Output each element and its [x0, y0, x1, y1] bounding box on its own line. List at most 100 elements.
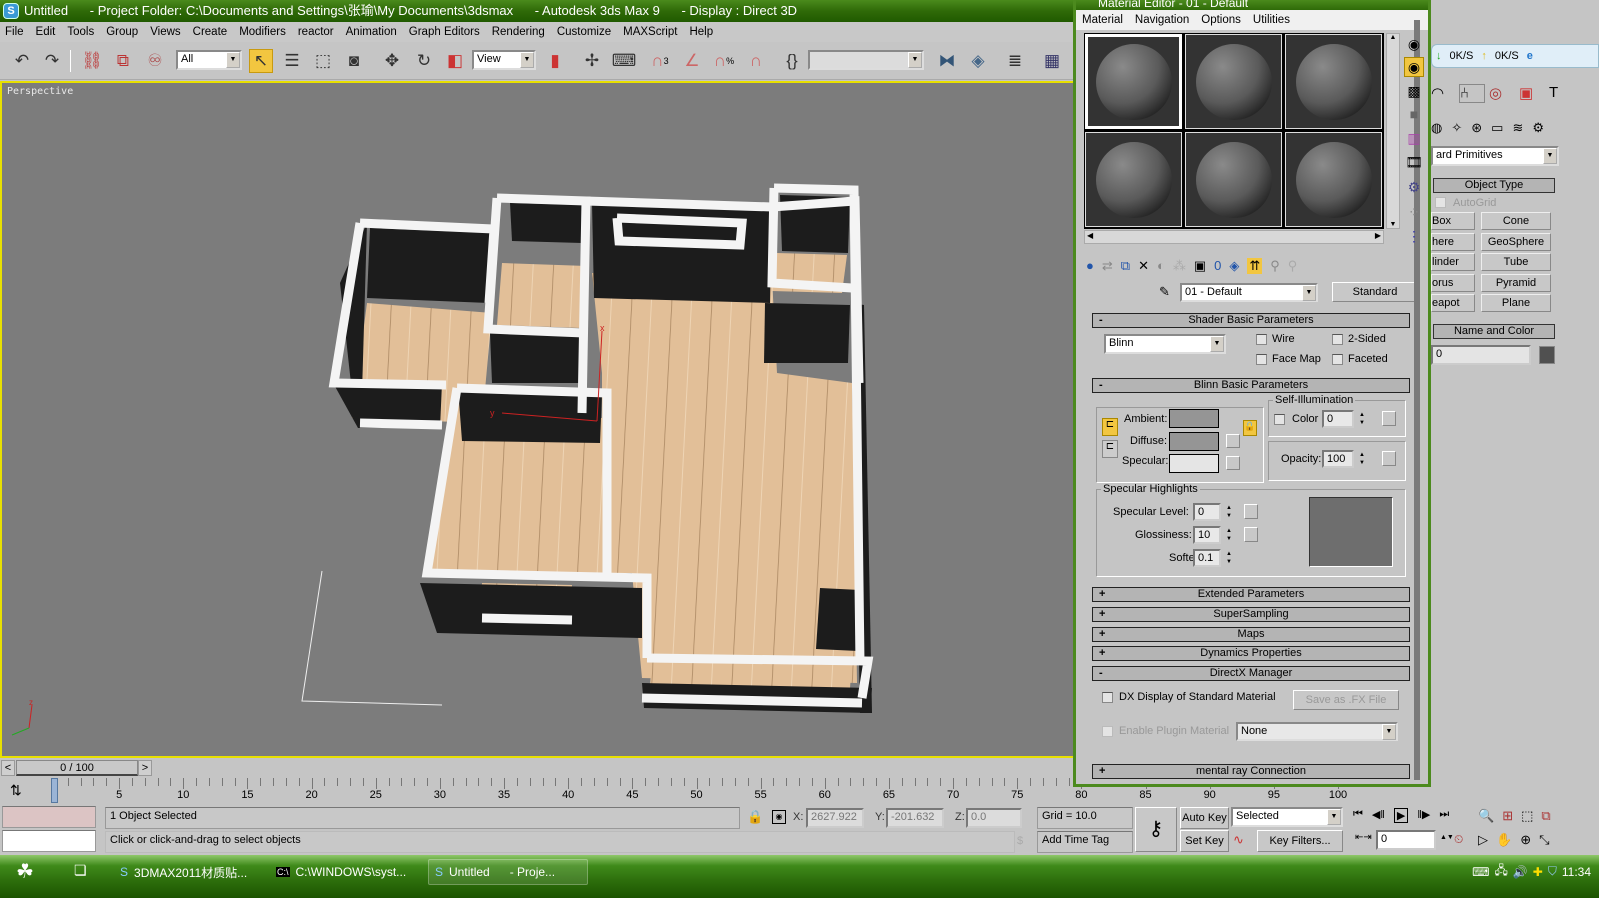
ie-icon[interactable]: e — [1527, 50, 1533, 62]
directx-manager-rollout[interactable]: - DirectX Manager — [1092, 666, 1410, 681]
enable-plugin-checkbox[interactable] — [1102, 726, 1113, 737]
extended-parameters-rollout[interactable]: + Extended Parameters — [1092, 587, 1410, 602]
object-color-swatch[interactable] — [1539, 346, 1555, 364]
soften-field[interactable]: 0.1 — [1193, 549, 1221, 567]
show-map-icon[interactable]: ◈ — [1229, 258, 1239, 274]
options-icon[interactable]: ⚙ — [1404, 177, 1424, 197]
percent-snap-icon[interactable]: ∩% — [712, 49, 736, 73]
shield-icon[interactable]: ⛉ — [1548, 864, 1557, 879]
supersampling-rollout[interactable]: + SuperSampling — [1092, 607, 1410, 622]
absolute-mode-icon[interactable]: ◉ — [772, 810, 786, 824]
current-frame-marker[interactable] — [51, 778, 58, 803]
specular-color-swatch[interactable] — [1169, 454, 1219, 473]
select-and-link-icon[interactable]: ⛓ — [80, 49, 104, 73]
key-icon[interactable]: ⚷ — [1135, 807, 1177, 852]
time-next-button[interactable]: > — [138, 760, 152, 776]
time-config-icon[interactable]: ⏲ — [1454, 832, 1463, 847]
autogrid-checkbox[interactable] — [1435, 197, 1446, 208]
name-and-color-header[interactable]: Name and Color — [1433, 324, 1555, 339]
taskbar-item-active[interactable]: S Untitled - Proje... — [428, 859, 588, 885]
field-of-view-icon[interactable]: ▷ — [1478, 832, 1488, 848]
time-slider-thumb[interactable]: 0 / 100 — [16, 760, 138, 776]
blinn-basic-rollout-header[interactable]: - Blinn Basic Parameters — [1092, 378, 1410, 393]
rectangular-selection-icon[interactable]: ⬚ — [311, 49, 335, 73]
select-and-move-icon[interactable]: ✥ — [380, 49, 404, 73]
mirror-icon[interactable]: ⧓ — [935, 49, 959, 73]
current-frame-field[interactable]: 0 — [1376, 830, 1436, 850]
select-object-icon[interactable]: ↖ — [249, 49, 273, 73]
primitive-button[interactable]: Tube — [1481, 253, 1551, 271]
diffuse-color-swatch[interactable] — [1169, 432, 1219, 451]
show-end-result-icon[interactable]: ⇈ — [1247, 258, 1263, 274]
specular-level-spinner[interactable]: ▲ ▼ — [1225, 504, 1233, 520]
key-tangent-icon[interactable]: ∿ — [1233, 832, 1244, 848]
menu-create[interactable]: Create — [193, 26, 228, 38]
menu-tools[interactable]: Tools — [67, 26, 94, 38]
menu-navigation[interactable]: Navigation — [1135, 14, 1189, 26]
diffuse-specular-lock-toggle[interactable]: ⊏ — [1102, 440, 1118, 458]
key-filters-button[interactable]: Key Filters... — [1257, 830, 1343, 852]
perspective-viewport[interactable]: Perspective x y z — [0, 81, 1075, 758]
zoom-extents-icon[interactable]: ⬚ — [1521, 808, 1533, 824]
menu-help[interactable]: Help — [689, 26, 713, 38]
menu-utilities[interactable]: Utilities — [1253, 14, 1290, 26]
background-checker-icon[interactable]: ▩ — [1404, 81, 1424, 101]
go-forward-sibling-icon[interactable]: ⚲ — [1288, 258, 1298, 274]
menu-views[interactable]: Views — [150, 26, 180, 38]
soften-spinner[interactable]: ▲ ▼ — [1225, 550, 1233, 566]
menu-group[interactable]: Group — [106, 26, 138, 38]
dx-display-checkbox[interactable] — [1102, 692, 1113, 703]
slots-horizontal-scrollbar[interactable]: ◀ ▶ — [1084, 230, 1384, 244]
undo-icon[interactable]: ↶ — [10, 49, 34, 73]
cameras-icon[interactable]: ⊛ — [1471, 120, 1482, 136]
maxscript-listener-white[interactable] — [2, 830, 96, 852]
lights-icon[interactable]: ✧ — [1451, 120, 1462, 136]
use-pivot-icon[interactable]: ▮ — [543, 49, 567, 73]
align-icon[interactable]: ◈ — [966, 49, 990, 73]
security-plus-icon[interactable]: ✚ — [1533, 865, 1543, 879]
shader-basic-rollout-header[interactable]: - Shader Basic Parameters — [1092, 313, 1410, 328]
go-to-parent-icon[interactable]: ⚲ — [1270, 258, 1280, 274]
key-mode-toggle-icon[interactable]: ⇤⇥ — [1355, 832, 1372, 843]
keyboard-shortcut-override-icon[interactable]: ⌨ — [612, 49, 637, 73]
put-to-scene-icon[interactable]: ⇄ — [1102, 258, 1113, 274]
go-to-end-icon[interactable]: ⏭ — [1439, 808, 1449, 823]
primitive-button[interactable]: Pyramid — [1481, 273, 1551, 292]
start-button[interactable]: ☘ — [16, 859, 34, 884]
opacity-spinner[interactable]: ▲ ▼ — [1358, 451, 1366, 467]
snaps-toggle-icon[interactable]: ∩ 3 — [648, 49, 672, 73]
select-and-rotate-icon[interactable]: ↻ — [412, 49, 436, 73]
key-mode-dropdown[interactable]: Selected ▼ — [1231, 807, 1343, 827]
glossiness-field[interactable]: 10 — [1193, 526, 1221, 544]
primitive-button[interactable]: Plane — [1481, 294, 1551, 312]
material-id-icon[interactable]: 0 — [1214, 258, 1221, 274]
auto-key-button[interactable]: Auto Key — [1180, 807, 1229, 829]
reference-coord-dropdown[interactable]: View ▼ — [472, 50, 536, 70]
select-manipulate-icon[interactable]: ✢ — [580, 49, 604, 73]
menu-material[interactable]: Material — [1082, 14, 1123, 26]
menu-graph-editors[interactable]: Graph Editors — [409, 26, 480, 38]
clock[interactable]: 11:34 — [1562, 865, 1591, 879]
edit-named-selection-icon[interactable]: {} — [780, 49, 804, 73]
category-dropdown[interactable]: ard Primitives ▼ — [1431, 146, 1559, 166]
utilities-tab-icon[interactable]: T — [1549, 84, 1575, 103]
get-material-icon[interactable]: ● — [1086, 258, 1094, 274]
object-type-header[interactable]: Object Type — [1433, 178, 1555, 193]
material-map-navigator-icon[interactable]: ⋮ — [1404, 226, 1424, 246]
primitive-button[interactable]: here — [1431, 232, 1475, 251]
primitive-button[interactable]: Cone — [1481, 212, 1551, 230]
zoom-extents-all-icon[interactable]: ⧉ — [1541, 808, 1550, 824]
menu-options[interactable]: Options — [1201, 14, 1241, 26]
menu-maxscript[interactable]: MAXScript — [623, 26, 677, 38]
dynamics-properties-rollout[interactable]: + Dynamics Properties — [1092, 646, 1410, 661]
specular-level-field[interactable]: 0 — [1193, 503, 1221, 521]
specular-map-button[interactable] — [1226, 456, 1240, 470]
network-icon[interactable]: 🖧 — [1494, 861, 1507, 882]
set-key-button[interactable]: Set Key — [1180, 830, 1229, 852]
save-fx-file-button[interactable]: Save as .FX File — [1293, 690, 1399, 710]
glossiness-spinner[interactable]: ▲ ▼ — [1225, 527, 1233, 543]
material-sample-slot[interactable] — [1085, 132, 1182, 227]
opacity-map-button[interactable] — [1382, 451, 1396, 466]
go-to-start-icon[interactable]: ⏮ — [1353, 808, 1363, 823]
sample-uv-tiling-icon[interactable]: ■ — [1404, 104, 1424, 124]
